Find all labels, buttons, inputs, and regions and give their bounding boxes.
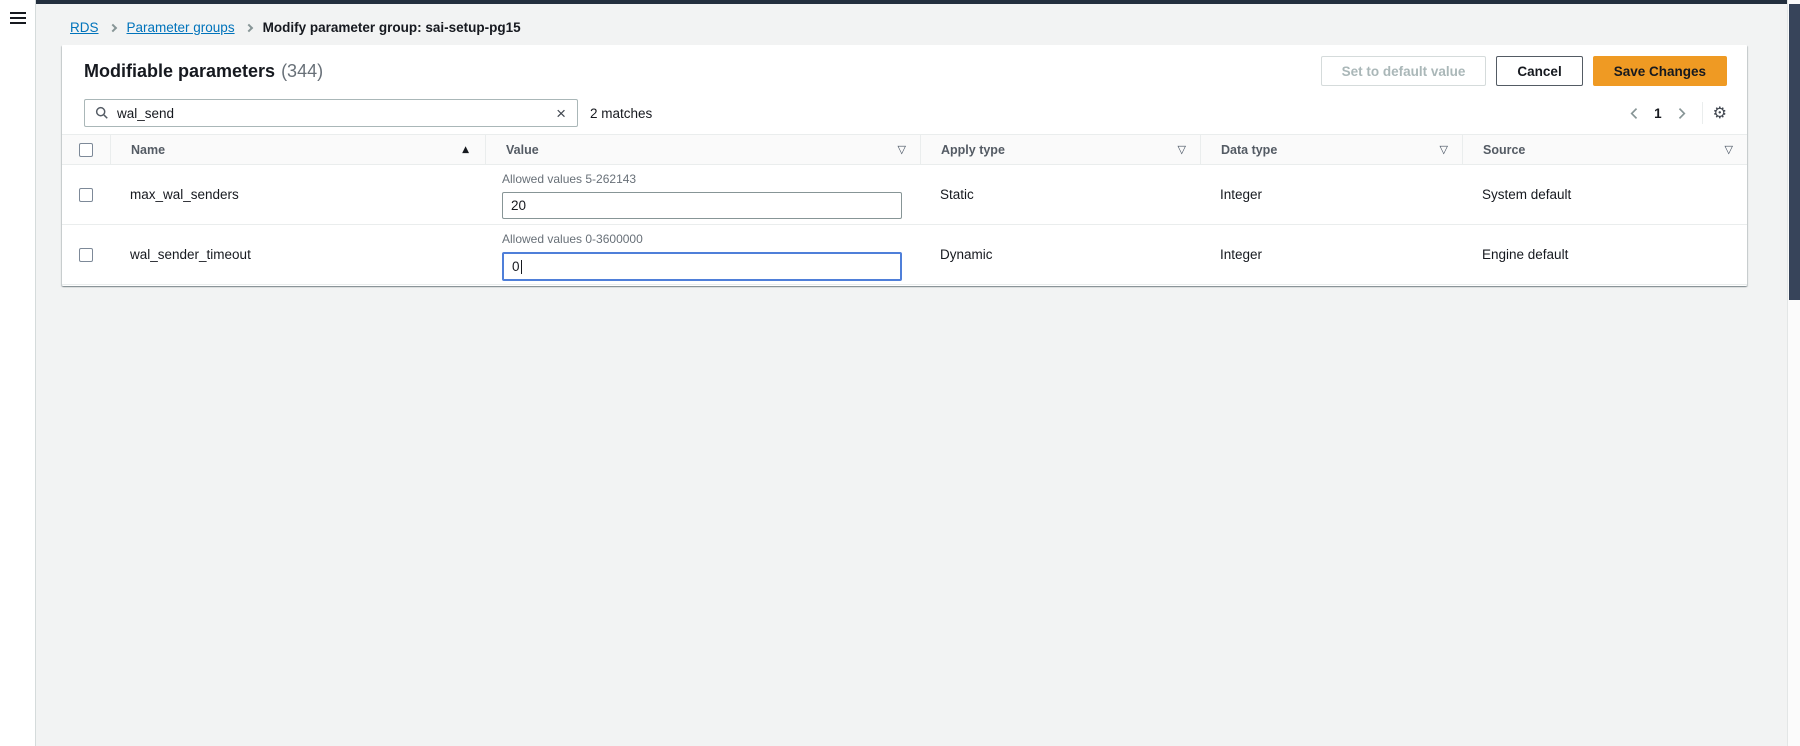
cancel-button[interactable]: Cancel: [1496, 56, 1582, 86]
data-type-value: Integer: [1200, 247, 1462, 262]
filter-icon[interactable]: ▽: [1725, 143, 1747, 156]
table-header-row: Name ▲ Value ▽ Apply type ▽ Data type ▽ …: [62, 134, 1747, 165]
parameter-name: max_wal_senders: [110, 187, 485, 202]
data-type-value: Integer: [1200, 187, 1462, 202]
save-changes-button[interactable]: Save Changes: [1593, 56, 1727, 86]
value-input[interactable]: 20: [502, 192, 902, 219]
filter-icon[interactable]: ▽: [898, 143, 920, 156]
pagination: 1 ⚙: [1624, 102, 1727, 124]
column-header-apply-type: Apply type ▽: [920, 135, 1200, 164]
chevron-left-icon: [1628, 107, 1641, 120]
column-header-source: Source ▽: [1462, 135, 1747, 164]
breadcrumb: RDS Parameter groups Modify parameter gr…: [70, 20, 521, 36]
allowed-values-hint: Allowed values 5-262143: [502, 172, 902, 186]
table-row: wal_sender_timeout Allowed values 0-3600…: [62, 225, 1747, 285]
chevron-right-icon: [108, 24, 116, 32]
parameter-name: wal_sender_timeout: [110, 247, 485, 262]
apply-type-value: Dynamic: [920, 247, 1200, 262]
divider: [1702, 102, 1703, 124]
chevron-right-icon: [244, 24, 252, 32]
table-row: max_wal_senders Allowed values 5-262143 …: [62, 165, 1747, 225]
column-header-data-type: Data type ▽: [1200, 135, 1462, 164]
sort-ascending-icon[interactable]: ▲: [462, 145, 485, 155]
previous-page-button[interactable]: [1624, 105, 1645, 122]
allowed-values-hint: Allowed values 0-3600000: [502, 232, 902, 246]
page-number[interactable]: 1: [1645, 106, 1671, 121]
hamburger-menu-icon[interactable]: [10, 12, 26, 24]
top-dark-bar: [36, 0, 1800, 4]
value-input-focused[interactable]: 0: [502, 252, 902, 281]
breadcrumb-link-parameter-groups[interactable]: Parameter groups: [127, 20, 235, 36]
source-value: System default: [1462, 187, 1747, 202]
column-label: Data type: [1221, 143, 1277, 157]
side-rail: [0, 0, 36, 746]
search-input[interactable]: [117, 106, 555, 121]
parameter-count: (344): [281, 61, 323, 82]
apply-type-value: Static: [920, 187, 1200, 202]
clear-search-icon[interactable]: ×: [555, 105, 567, 122]
search-icon: [95, 106, 109, 120]
row-checkbox[interactable]: [79, 248, 93, 262]
filter-icon[interactable]: ▽: [1178, 143, 1200, 156]
next-page-button[interactable]: [1671, 105, 1692, 122]
match-count: 2 matches: [590, 106, 652, 121]
value-text: 0: [512, 259, 520, 274]
source-value: Engine default: [1462, 247, 1747, 262]
search-box[interactable]: ×: [84, 99, 578, 127]
text-cursor: [521, 260, 523, 274]
column-label: Source: [1483, 143, 1525, 157]
breadcrumb-current: Modify parameter group: sai-setup-pg15: [263, 20, 521, 36]
filter-icon[interactable]: ▽: [1440, 143, 1462, 156]
column-label: Apply type: [941, 143, 1005, 157]
chevron-right-icon: [1675, 107, 1688, 120]
select-all-checkbox[interactable]: [79, 143, 93, 157]
page-scrollbar[interactable]: [1787, 0, 1800, 746]
scrollbar-thumb[interactable]: [1789, 4, 1800, 300]
column-header-value: Value ▽: [485, 135, 920, 164]
settings-gear-icon[interactable]: ⚙: [1713, 105, 1727, 121]
header-actions: Set to default value Cancel Save Changes: [1321, 56, 1727, 86]
value-text: 20: [511, 198, 526, 213]
column-label: Name: [131, 143, 165, 157]
column-header-name[interactable]: Name ▲: [110, 135, 485, 164]
modifiable-parameters-card: Modifiable parameters (344) Set to defau…: [62, 45, 1747, 286]
row-checkbox[interactable]: [79, 188, 93, 202]
column-label: Value: [506, 143, 539, 157]
set-default-value-button[interactable]: Set to default value: [1321, 56, 1487, 86]
breadcrumb-link-rds[interactable]: RDS: [70, 20, 99, 36]
header-cell-checkbox: [62, 135, 110, 164]
page-title: Modifiable parameters: [84, 61, 275, 82]
